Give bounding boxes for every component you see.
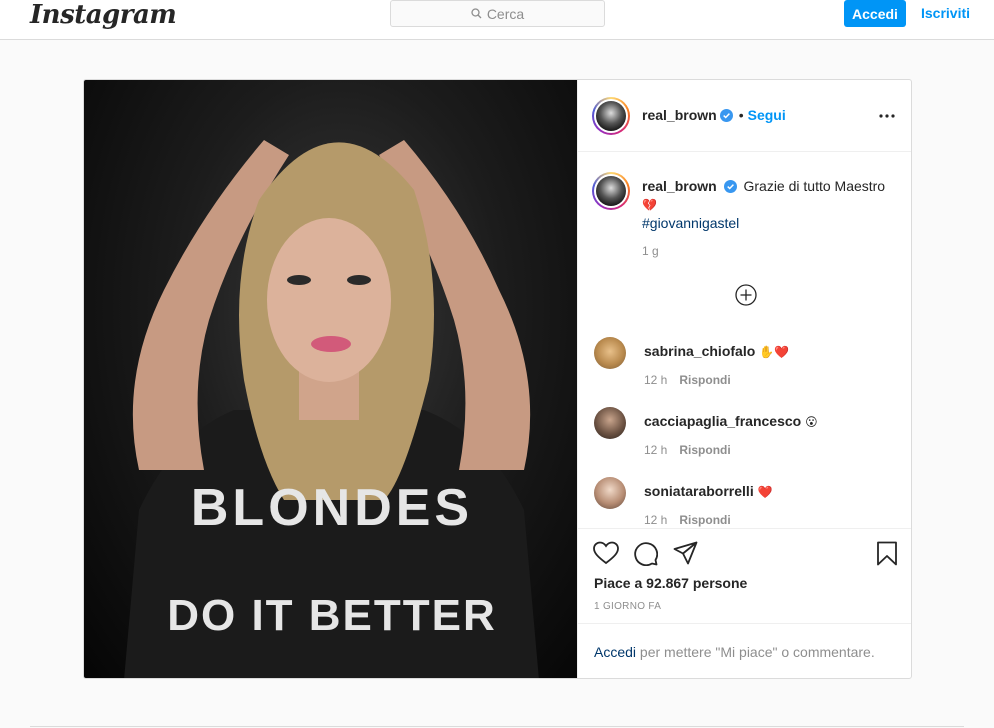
comment-text: ✋❤️ (759, 345, 790, 359)
login-prompt: Accedi per mettere "Mi piace" o commenta… (578, 623, 911, 678)
instagram-logo[interactable]: Instagram (30, 0, 177, 30)
follow-button[interactable]: Segui (748, 107, 786, 123)
caption-text: Grazie di tutto Maestro (743, 178, 886, 194)
reply-button[interactable]: Rispondi (679, 373, 730, 387)
comment-username[interactable]: sabrina_chiofalo (644, 343, 755, 359)
comment-time: 12 h (644, 513, 668, 527)
comment-time: 12 h (644, 443, 668, 457)
broken-heart-emoji: 💔 (642, 198, 657, 212)
commenter-avatar[interactable] (594, 477, 626, 509)
shirt-print-bottom: DO IT BETTER (167, 591, 497, 640)
post-date[interactable]: 1 GIORNO FA (594, 601, 661, 612)
login-prompt-text: per mettere "Mi piace" o commentare. (636, 644, 875, 660)
comment-username[interactable]: cacciapaglia_francesco (644, 413, 801, 429)
login-link[interactable]: Accedi (594, 644, 636, 660)
caption-author-avatar[interactable] (592, 172, 630, 210)
comment-icon[interactable] (633, 541, 658, 566)
top-navigation-bar: Instagram Cerca Accedi Iscriviti (0, 0, 994, 40)
follow-separator: • (738, 107, 744, 123)
likes-count[interactable]: Piace a 92.867 persone (594, 575, 747, 591)
load-more-comments-icon[interactable] (735, 284, 757, 306)
comment-username[interactable]: soniataraborrelli (644, 483, 754, 499)
login-button[interactable]: Accedi (844, 0, 906, 27)
post-header: real_brown • Segui (578, 80, 911, 152)
post-card: BLONDES DO IT BETTER real_brown • Segui (83, 79, 912, 679)
bookmark-icon[interactable] (876, 541, 898, 566)
search-icon (471, 8, 487, 19)
reply-button[interactable]: Rispondi (679, 513, 730, 527)
more-options-icon[interactable] (879, 113, 895, 119)
hashtag-link[interactable]: #giovannigastel (642, 215, 739, 231)
commenter-avatar[interactable] (594, 337, 626, 369)
search-input[interactable]: Cerca (390, 0, 605, 27)
post-photo[interactable]: BLONDES DO IT BETTER (84, 80, 577, 678)
author-avatar[interactable] (592, 97, 630, 135)
post-side-panel: real_brown • Segui real_brown Grazie di … (577, 80, 911, 678)
search-placeholder: Cerca (486, 5, 525, 22)
verified-badge-icon (719, 108, 733, 122)
share-icon[interactable] (673, 541, 698, 565)
caption-author-username[interactable]: real_brown (642, 178, 717, 194)
comment-text: 😮 (805, 415, 818, 429)
footer-divider (30, 726, 964, 727)
author-username[interactable]: real_brown (642, 107, 717, 123)
reply-button[interactable]: Rispondi (679, 443, 730, 457)
commenter-avatar[interactable] (594, 407, 626, 439)
shirt-print-top: BLONDES (191, 479, 473, 537)
heart-icon[interactable] (593, 541, 619, 565)
comment-time: 12 h (644, 373, 668, 387)
signup-link[interactable]: Iscriviti (921, 5, 970, 21)
caption-time: 1 g (642, 244, 659, 258)
post-actions: Piace a 92.867 persone 1 GIORNO FA (578, 528, 911, 623)
verified-badge-icon (723, 180, 737, 193)
comment-text: ❤️ (757, 485, 773, 499)
